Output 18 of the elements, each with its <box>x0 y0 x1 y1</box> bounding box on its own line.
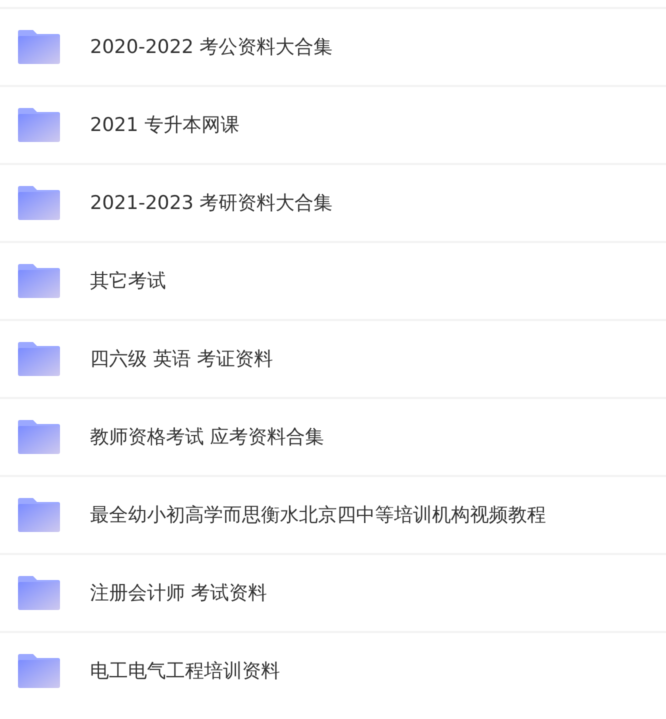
folder-icon <box>18 30 60 64</box>
folder-icon <box>18 342 60 376</box>
folder-name[interactable]: 教师资格考试 应考资料合集 <box>90 424 324 450</box>
folder-icon <box>18 264 60 298</box>
folder-name[interactable]: 注册会计师 考试资料 <box>90 580 268 606</box>
folder-name[interactable]: 2020-2022 考公资料大合集 <box>90 34 333 60</box>
folder-name[interactable]: 2021 专升本网课 <box>90 112 240 138</box>
folder-icon <box>18 108 60 142</box>
folder-name[interactable]: 最全幼小初高学而思衡水北京四中等培训机构视频教程 <box>90 502 546 528</box>
folder-name[interactable]: 其它考试 <box>90 268 166 294</box>
folder-icon <box>18 654 60 688</box>
folder-name[interactable]: 电工电气工程培训资料 <box>90 658 280 684</box>
folder-name[interactable]: 2021-2023 考研资料大合集 <box>90 190 333 216</box>
folder-icon <box>18 498 60 532</box>
folder-icon <box>18 576 60 610</box>
folder-name[interactable]: 四六级 英语 考证资料 <box>90 346 274 372</box>
folder-icon <box>18 186 60 220</box>
folder-icon <box>18 420 60 454</box>
